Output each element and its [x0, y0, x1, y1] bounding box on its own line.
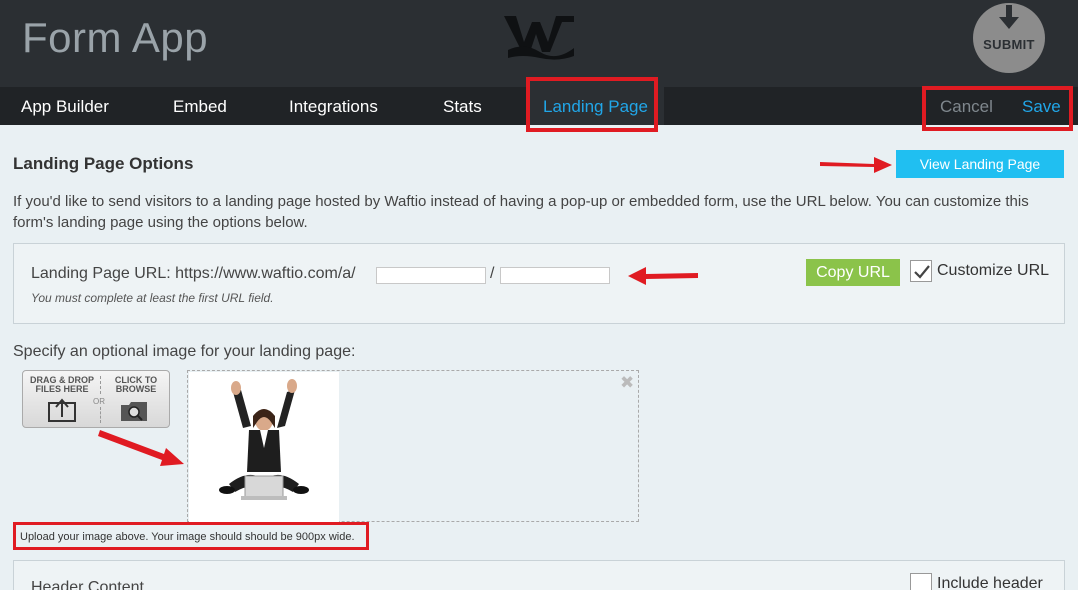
- waftio-logo-icon: [504, 16, 574, 60]
- header-content-label: Header Content: [31, 579, 144, 590]
- drag-drop-label: DRAG & DROP FILES HERE: [29, 375, 94, 394]
- uploaded-image: [189, 372, 339, 522]
- url-separator: /: [490, 265, 495, 282]
- submit-badge-label: SUBMIT: [983, 37, 1035, 52]
- submit-badge[interactable]: SUBMIT: [973, 3, 1045, 73]
- image-upload-widget[interactable]: DRAG & DROP FILES HERE CLICK TO BROWSE O…: [22, 370, 170, 428]
- download-arrow-icon: [999, 5, 1019, 29]
- copy-url-button[interactable]: Copy URL: [806, 259, 900, 286]
- tab-app-builder[interactable]: App Builder: [21, 87, 109, 125]
- include-header-checkbox[interactable]: [910, 573, 932, 590]
- remove-image-icon[interactable]: ✖: [620, 373, 634, 393]
- tab-integrations[interactable]: Integrations: [289, 87, 378, 125]
- click-browse-label: CLICK TO BROWSE: [114, 375, 158, 394]
- customize-url-checkbox[interactable]: [910, 260, 932, 282]
- browse-folder-icon: [121, 402, 147, 421]
- annotation-arrow-icon: [98, 430, 184, 466]
- annotation-arrow-icon: [820, 157, 892, 173]
- or-label: OR: [93, 397, 105, 406]
- header-content-panel: Header Content Include header: [13, 560, 1065, 590]
- url-panel: Landing Page URL: https://www.waftio.com…: [13, 243, 1065, 324]
- upload-note: Upload your image above. Your image shou…: [20, 531, 355, 543]
- upload-icon: [48, 398, 76, 422]
- view-landing-page-button[interactable]: View Landing Page: [896, 150, 1064, 178]
- url-note: You must complete at least the first URL…: [31, 291, 274, 305]
- divider: [100, 376, 101, 394]
- save-button[interactable]: Save: [1022, 87, 1061, 127]
- url-slug-input-1[interactable]: [376, 267, 486, 284]
- app-header: Form App SUBMIT: [0, 0, 1078, 87]
- divider: [100, 407, 101, 423]
- main-nav: App Builder Embed Integrations Stats Lan…: [0, 87, 1078, 125]
- tab-landing-page[interactable]: Landing Page: [527, 87, 664, 125]
- page-title: Landing Page Options: [13, 154, 194, 173]
- intro-text: If you'd like to send visitors to a land…: [13, 193, 1029, 231]
- tab-embed[interactable]: Embed: [173, 87, 227, 125]
- url-slug-input-2[interactable]: [500, 267, 610, 284]
- app-title: Form App: [22, 14, 209, 61]
- customize-url-label: Customize URL: [937, 262, 1050, 279]
- url-label: Landing Page URL: https://www.waftio.com…: [31, 265, 356, 282]
- checkmark-icon: [914, 265, 930, 279]
- image-preview-area: ✖: [187, 370, 639, 522]
- tab-stats[interactable]: Stats: [443, 87, 482, 125]
- image-prompt: Specify an optional image for your landi…: [13, 343, 356, 360]
- include-header-label: Include header: [937, 575, 1043, 590]
- cancel-button[interactable]: Cancel: [940, 87, 993, 127]
